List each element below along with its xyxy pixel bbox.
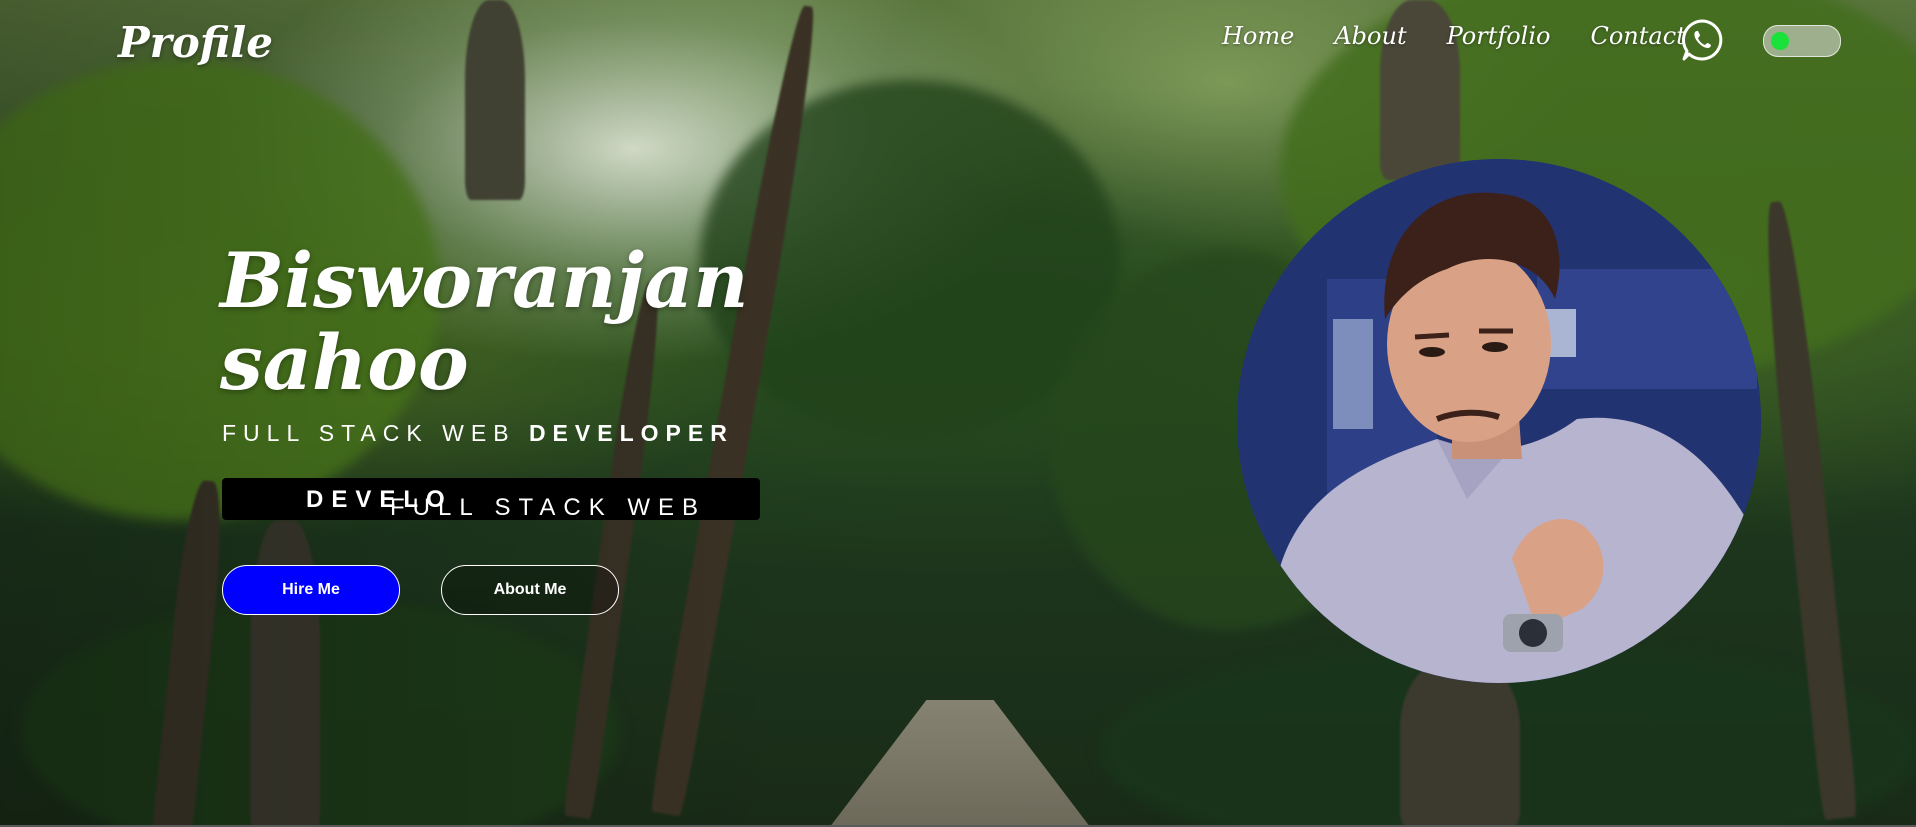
role-marquee: FULL STACK WEB DEVELO (222, 478, 760, 520)
main-nav: Home About Portfolio Contact (1222, 22, 1686, 50)
profile-photo (1237, 159, 1761, 683)
nav-link-contact[interactable]: Contact (1590, 22, 1685, 50)
hire-me-button[interactable]: Hire Me (222, 565, 400, 615)
nav-link-about[interactable]: About (1334, 22, 1406, 50)
nav-link-home[interactable]: Home (1222, 22, 1294, 50)
site-logo[interactable]: Profile (118, 18, 273, 67)
hero-name-last: sahoo (220, 318, 469, 407)
hero-subtitle: FULL STACK WEB DEVELOPER (222, 420, 734, 446)
nav-link-portfolio[interactable]: Portfolio (1447, 22, 1551, 50)
hero-name-first: Bisworanjan (220, 236, 749, 325)
hero-name: Bisworanjan sahoo (220, 240, 749, 404)
marquee-text: FULL STACK WEB DEVELO (306, 486, 707, 520)
whatsapp-icon[interactable] (1680, 18, 1724, 62)
toggle-knob (1771, 32, 1789, 50)
about-me-button[interactable]: About Me (441, 565, 619, 615)
theme-toggle[interactable] (1763, 25, 1841, 57)
